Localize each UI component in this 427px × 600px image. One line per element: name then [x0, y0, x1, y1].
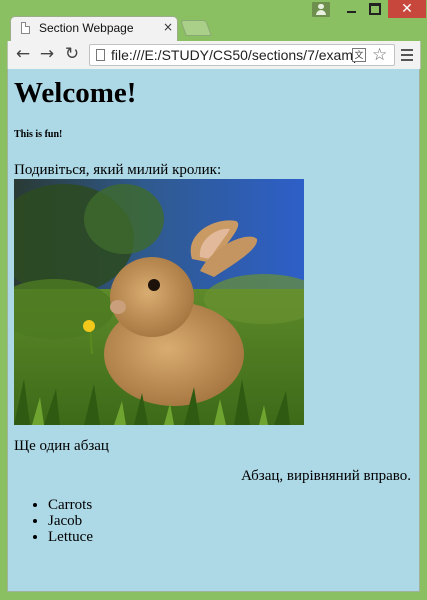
list-item: Jacob	[48, 513, 93, 529]
page-icon	[96, 49, 105, 61]
toolbar: ← → ↻ file:///E:/STUDY/CS50/sections/7/e…	[7, 41, 421, 69]
minimize-icon	[346, 11, 356, 13]
list-item: Carrots	[48, 497, 93, 513]
translate-icon[interactable]: 文	[352, 48, 366, 62]
user-icon[interactable]	[312, 2, 330, 17]
page-content: Welcome! This is fun! Подивіться, який м…	[7, 69, 420, 592]
new-tab-button[interactable]	[180, 20, 212, 36]
page-heading: Welcome!	[14, 77, 137, 109]
close-window-button[interactable]: ✕	[388, 0, 426, 18]
minimize-button[interactable]	[338, 0, 364, 18]
menu-icon[interactable]	[400, 46, 414, 62]
bunny-image	[14, 179, 304, 425]
browser-tab[interactable]: Section Webpage ×	[10, 16, 178, 42]
second-paragraph: Ще один абзац	[14, 438, 109, 454]
close-icon: ✕	[401, 1, 413, 17]
back-arrow-icon[interactable]: ←	[13, 44, 33, 64]
browser-window: ✕ Section Webpage × ← → ↻ file:///E:/STU…	[0, 0, 427, 600]
intro-paragraph: Подивіться, який милий кролик:	[14, 162, 222, 178]
right-aligned-paragraph: Абзац, вирівняний вправо.	[241, 468, 411, 484]
page-icon	[21, 22, 30, 34]
item-list: Carrots Jacob Lettuce	[30, 497, 93, 545]
forward-arrow-icon[interactable]: →	[37, 44, 57, 64]
tab-close-icon[interactable]: ×	[163, 20, 173, 34]
list-item: Lettuce	[48, 529, 93, 545]
url-text[interactable]: file:///E:/STUDY/CS50/sections/7/examp	[111, 47, 361, 63]
maximize-icon	[369, 3, 381, 15]
star-icon[interactable]: ☆	[372, 45, 387, 65]
reload-icon[interactable]: ↻	[62, 44, 82, 64]
maximize-button[interactable]	[362, 0, 388, 18]
address-bar[interactable]: file:///E:/STUDY/CS50/sections/7/examp 文…	[89, 44, 395, 66]
page-subheading: This is fun!	[14, 129, 63, 140]
tab-title: Section Webpage	[39, 21, 134, 35]
